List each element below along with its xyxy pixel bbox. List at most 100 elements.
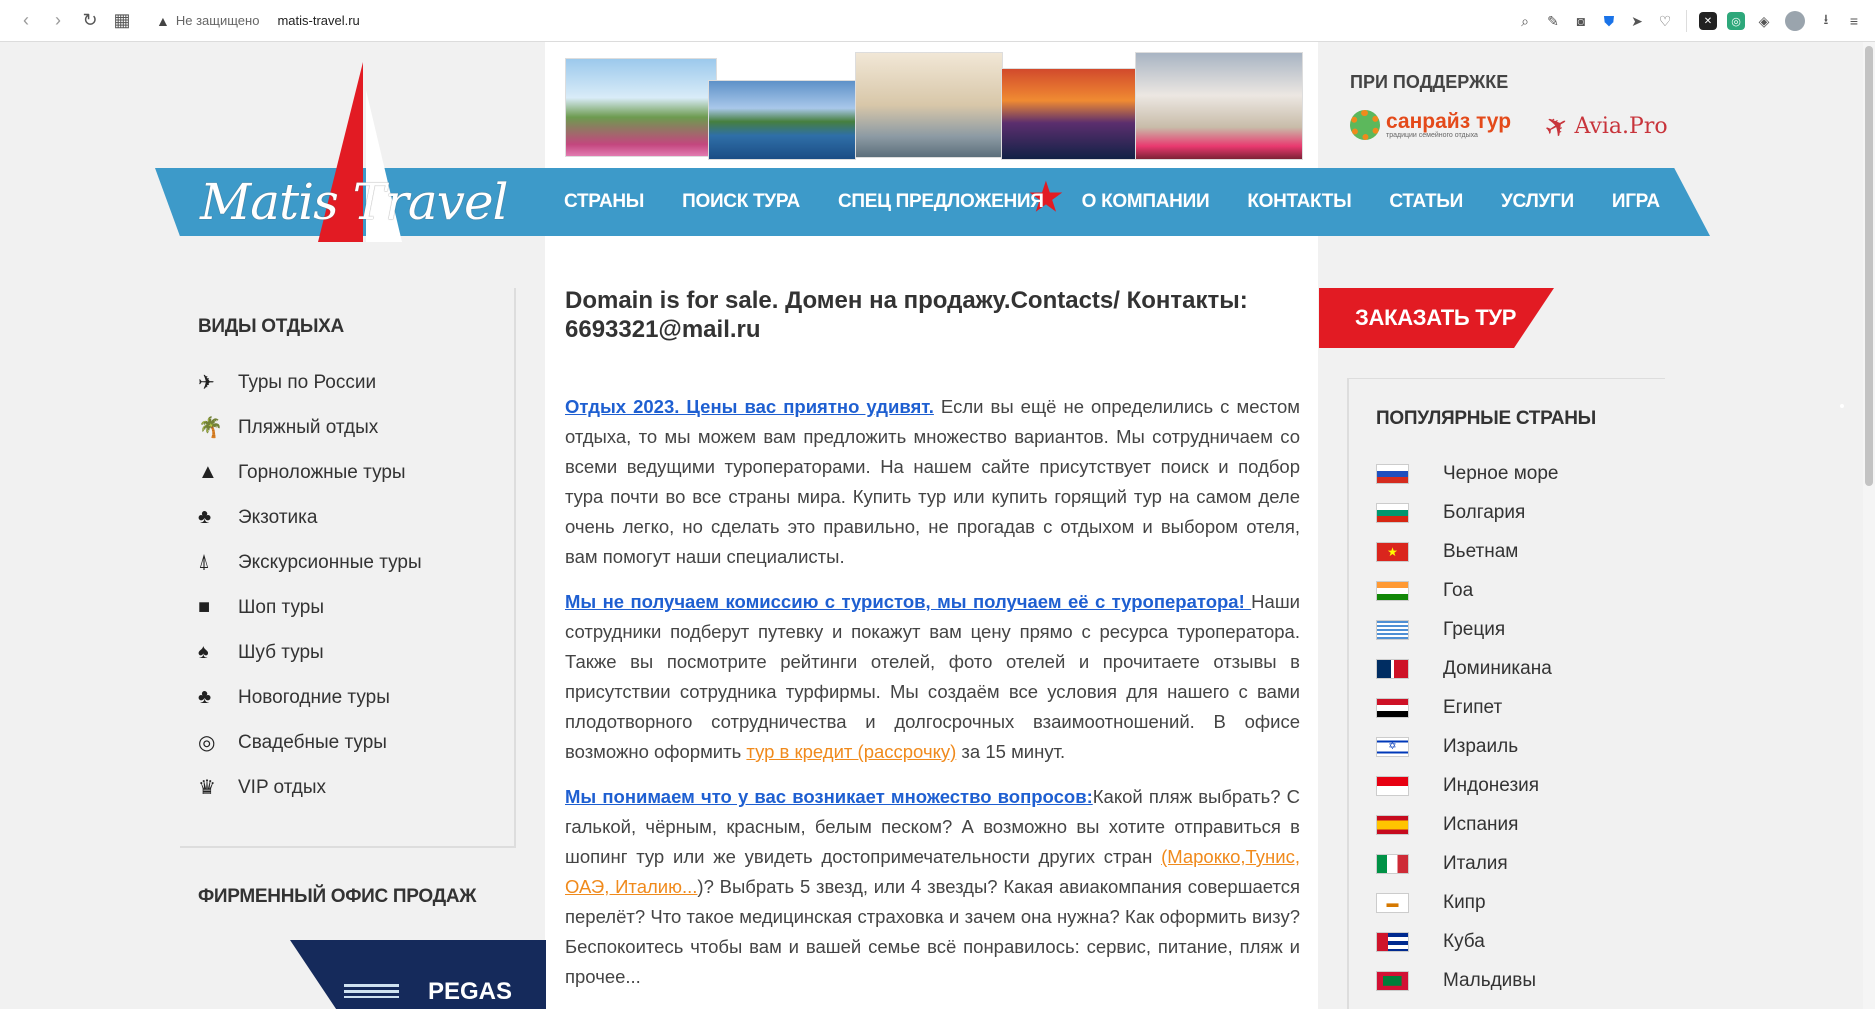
plane-icon: ✈ <box>198 372 215 394</box>
menu-services[interactable]: УСЛУГИ <box>1482 191 1593 213</box>
vacation-type-item[interactable]: 🌴 Пляжный отдых <box>198 405 422 450</box>
sponsor-sunrise-tagline: традиции семейного отдыха <box>1386 132 1478 139</box>
warning-icon: ▲ <box>156 12 170 29</box>
israel-flag-icon: ✡ <box>1376 736 1409 757</box>
security-status: Не защищено <box>175 13 260 28</box>
country-label: Италия <box>1443 852 1508 874</box>
pegas-brand-text: PEGAS <box>428 978 513 1005</box>
camera-icon[interactable]: ◙ <box>1568 8 1594 34</box>
vacation-type-item[interactable]: ■ Шоп туры <box>198 585 422 630</box>
menu-about[interactable]: О КОМПАНИИ <box>1063 191 1229 213</box>
promo-2023-link[interactable]: Отдых 2023. Цены вас приятно удивят. <box>565 396 934 417</box>
italy-flag-icon <box>1376 853 1409 874</box>
grid-icon[interactable]: ▦ <box>106 5 138 37</box>
menu-game[interactable]: ИГРА <box>1593 191 1679 213</box>
palm-icon: 🌴 <box>198 417 223 439</box>
country-item[interactable]: ▬ Кипр <box>1376 883 1558 922</box>
paragraph-text: за 15 минут. <box>956 741 1066 762</box>
address-bar[interactable]: ▲ Не защищено matis-travel.ru <box>156 13 360 29</box>
sun-logo-icon <box>1350 110 1380 140</box>
questions-link[interactable]: Мы понимаем что у вас возникает множеств… <box>565 786 1093 807</box>
back-icon[interactable]: ‹ <box>10 5 42 37</box>
cyprus-flag-icon: ▬ <box>1376 892 1409 913</box>
vacation-type-item[interactable]: ◎ Свадебные туры <box>198 720 422 765</box>
cube-icon[interactable]: ◈ <box>1751 8 1777 34</box>
scrollbar-thumb[interactable] <box>1865 46 1873 486</box>
country-item[interactable]: Италия <box>1376 844 1558 883</box>
page-scrollbar[interactable] <box>1863 42 1875 1009</box>
send-icon[interactable]: ➤ <box>1624 8 1650 34</box>
menu-tour-search[interactable]: ПОИСК ТУРА <box>663 191 819 213</box>
support-title: ПРИ ПОДДЕРЖКЕ <box>1350 72 1509 92</box>
menu-special-offers[interactable]: СПЕЦ ПРЕДЛОЖЕНИЯ <box>819 175 1063 220</box>
sponsor-aviapro[interactable]: ✈ Avia.Pro <box>1539 107 1668 146</box>
country-item[interactable]: Испания <box>1376 805 1558 844</box>
menu-contacts[interactable]: КОНТАКТЫ <box>1228 191 1370 213</box>
heart-icon[interactable]: ♡ <box>1652 8 1678 34</box>
country-label: Испания <box>1443 813 1519 835</box>
no-commission-link[interactable]: Мы не получаем комиссию с туристов, мы п… <box>565 591 1251 612</box>
sponsor-sunrise[interactable]: санрайз тур традиции семейного отдыха <box>1350 110 1511 140</box>
extension-green-icon[interactable]: ◎ <box>1727 12 1745 30</box>
russia-flag-icon <box>1376 463 1409 484</box>
vacation-types-title: ВИДЫ ОТДЫХА <box>198 316 344 337</box>
country-item[interactable]: Доминикана <box>1376 649 1558 688</box>
country-item[interactable]: Черное море <box>1376 454 1558 493</box>
credit-tour-link[interactable]: тур в кредит (рассрочку) <box>746 741 956 762</box>
vacation-type-item[interactable]: ♣ Новогодние туры <box>198 675 422 720</box>
bulgaria-flag-icon <box>1376 502 1409 523</box>
main-navigation: СТРАНЫ ПОИСК ТУРА СПЕЦ ПРЕДЛОЖЕНИЯ О КОМ… <box>545 168 1679 236</box>
menu-icon[interactable]: ≡ <box>1841 8 1867 34</box>
country-item[interactable]: ✡ Израиль <box>1376 727 1558 766</box>
pegas-banner[interactable]: PEGAS <box>290 940 546 1009</box>
country-item[interactable]: Гоа <box>1376 571 1558 610</box>
country-label: Индонезия <box>1443 774 1540 796</box>
country-item[interactable]: Мальдивы <box>1376 961 1558 1000</box>
edit-icon[interactable]: ✎ <box>1540 8 1566 34</box>
country-item[interactable]: Греция <box>1376 610 1558 649</box>
country-label: Доминикана <box>1443 657 1552 679</box>
maldives-flag-icon <box>1376 970 1409 991</box>
country-item[interactable]: Болгария <box>1376 493 1558 532</box>
india-flag-icon <box>1376 580 1409 601</box>
country-item[interactable]: Египет <box>1376 688 1558 727</box>
vacation-type-item[interactable]: ♣ Экзотика <box>198 495 422 540</box>
extension-icon[interactable]: ✕ <box>1699 12 1717 30</box>
cuba-flag-icon <box>1376 931 1409 952</box>
toolbar-divider <box>1686 10 1687 32</box>
vacation-types-list: ✈ Туры по России 🌴 Пляжный отдых ▲ Горнолож… <box>198 360 422 810</box>
site-logo[interactable]: Matis Travel <box>200 168 510 236</box>
vietnam-flag-icon: ★ <box>1376 541 1409 562</box>
paragraph-text: Если вы ещё не определились с местом отд… <box>565 396 1301 567</box>
reload-icon[interactable]: ↻ <box>74 5 106 37</box>
vacation-type-label: Свадебные туры <box>238 731 387 753</box>
forward-icon[interactable]: › <box>42 5 74 37</box>
vacation-type-item[interactable]: ✈ Туры по России <box>198 360 422 405</box>
egypt-flag-icon <box>1376 697 1409 718</box>
menu-countries[interactable]: СТРАНЫ <box>545 191 663 213</box>
country-item[interactable]: Куба <box>1376 922 1558 961</box>
country-label: Вьетнам <box>1443 540 1519 562</box>
country-item[interactable]: ★ Вьетнам <box>1376 532 1558 571</box>
profile-avatar[interactable] <box>1785 11 1805 31</box>
zoom-icon[interactable]: ⌕ <box>1512 8 1538 34</box>
menu-articles[interactable]: СТАТЬИ <box>1370 191 1482 213</box>
vacation-type-label: Горноложные туры <box>238 461 406 483</box>
pegas-logo-icon <box>344 984 399 998</box>
country-label: Болгария <box>1443 501 1526 523</box>
fur-coat-icon: ♠ <box>198 641 209 663</box>
shield-icon[interactable]: ⛊ <box>1596 8 1622 34</box>
vacation-type-item[interactable]: ⍋ Экскурсионные туры <box>198 540 422 585</box>
country-item[interactable]: Индонезия <box>1376 766 1558 805</box>
download-icon[interactable]: ⭳ <box>1813 8 1839 34</box>
order-tour-button[interactable]: ЗАКАЗАТЬ ТУР <box>1319 288 1554 348</box>
vacation-type-item[interactable]: ▲ Горноложные туры <box>198 450 422 495</box>
vacation-type-item[interactable]: ♠ Шуб туры <box>198 630 422 675</box>
vacation-type-label: Пляжный отдых <box>238 416 379 438</box>
vacation-type-item[interactable]: ♛ VIP отдых <box>198 765 422 810</box>
url-text[interactable]: matis-travel.ru <box>277 13 359 28</box>
vacation-type-label: Экзотика <box>238 506 318 528</box>
dominican-flag-icon <box>1376 658 1409 679</box>
plane-logo-icon: ✈ <box>1538 107 1575 146</box>
country-label: Черное море <box>1443 462 1559 484</box>
